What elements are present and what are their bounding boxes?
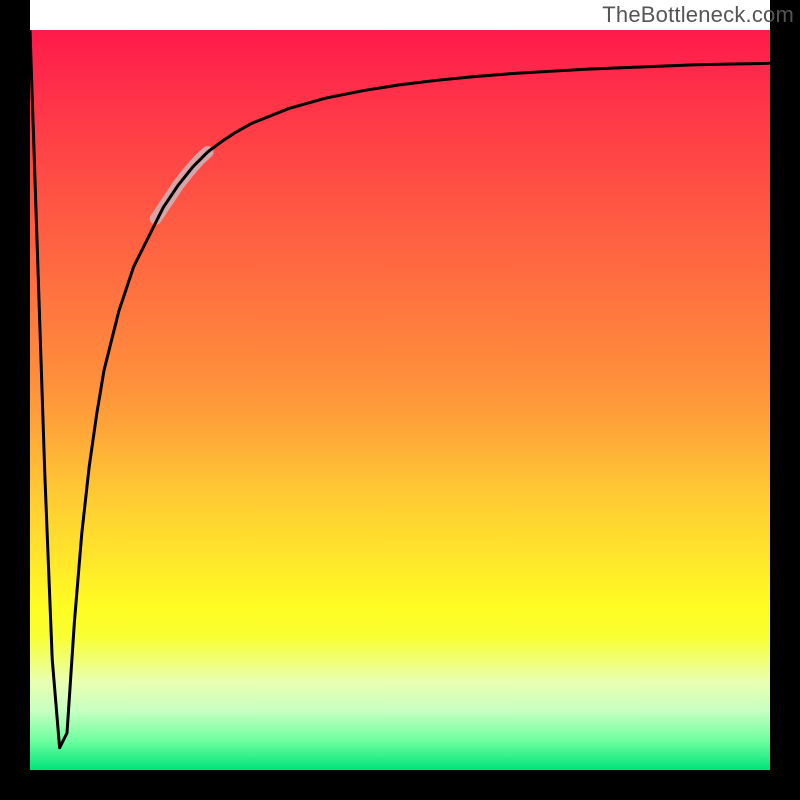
frame-border-left bbox=[0, 0, 30, 800]
frame-border-right bbox=[770, 0, 800, 800]
watermark-text: TheBottleneck.com bbox=[602, 2, 794, 28]
frame-border-bottom bbox=[0, 770, 800, 800]
chart-frame bbox=[0, 0, 800, 800]
bottleneck-curve bbox=[30, 30, 770, 748]
curve-layer bbox=[30, 30, 770, 770]
